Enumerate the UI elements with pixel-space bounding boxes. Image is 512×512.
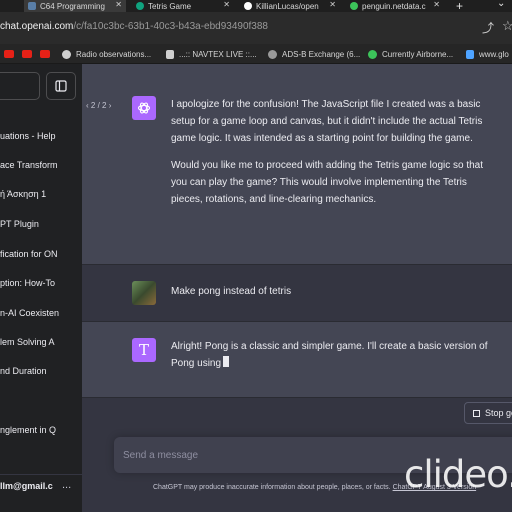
streaming-text: Alright! Pong is a classic and simpler g…: [171, 341, 488, 369]
sidebar-item[interactable]: ή Άσκηση 1: [0, 189, 82, 203]
url-path: /c/fa10c3bc-63b1-40c3-b43a-ebd93490f388: [73, 21, 268, 32]
sidebar-item[interactable]: fication for ON: [0, 249, 82, 263]
address-bar[interactable]: chat.openai.com/c/fa10c3bc-63b1-40c3-b43…: [0, 12, 512, 44]
browser-tab-strip: C64 Programming ✕ Tetris Game ✕ KillianL…: [0, 0, 512, 12]
assistant-avatar: T: [132, 338, 156, 362]
url-text[interactable]: chat.openai.com/c/fa10c3bc-63b1-40c3-b43…: [0, 21, 268, 32]
stop-generating-button[interactable]: Stop ge: [464, 402, 512, 424]
chatgpt-avatar: [132, 96, 156, 120]
plane-icon: [368, 49, 377, 59]
tab-search-icon[interactable]: ⌄: [497, 0, 505, 9]
user-email: llm@gmail.c: [0, 481, 53, 491]
tab-title: Tetris Game: [148, 1, 192, 11]
sidebar-item[interactable]: lem Solving A: [0, 337, 82, 351]
user-avatar: [132, 281, 156, 305]
openai-icon: [136, 2, 144, 10]
pager-count: 2 / 2: [90, 101, 107, 110]
sidebar-item[interactable]: PT Plugin: [0, 219, 82, 233]
response-pager: ‹ 2 / 2 ›: [86, 101, 111, 110]
bookmark-adsb-exchange[interactable]: ADS-B Exchange (6...: [268, 48, 360, 60]
tab-killianlucas[interactable]: KillianLucas/open ✕: [240, 0, 340, 12]
sidebar-toggle-icon: [55, 80, 67, 92]
bookmark-label: ADS-B Exchange (6...: [282, 49, 360, 59]
sidebar-item[interactable]: nglement in Q: [0, 425, 82, 439]
bookmark-label: Currently Airborne...: [382, 49, 454, 59]
new-chat-button[interactable]: [0, 72, 40, 100]
bookmark-star-icon[interactable]: ☆: [502, 18, 512, 34]
close-icon[interactable]: ✕: [329, 0, 336, 9]
assistant-message-streaming: T Alright! Pong is a classic and simpler…: [82, 322, 512, 398]
message-paragraph: I apologize for the confusion! The JavaS…: [171, 99, 483, 144]
tab-tetris-game[interactable]: Tetris Game ✕: [132, 0, 234, 12]
sidebar-item[interactable]: nd Duration: [0, 366, 82, 380]
user-message-text: Make pong instead of tetris: [171, 286, 292, 297]
bookmark-youtube-1[interactable]: [4, 48, 19, 60]
new-tab-button[interactable]: +: [456, 0, 463, 12]
sidebar-item[interactable]: ace Transform: [0, 160, 82, 174]
stop-icon: [473, 409, 480, 417]
glo-icon: [466, 49, 474, 59]
clideo-watermark: clideo.com: [404, 453, 512, 496]
tab-title: KillianLucas/open: [256, 1, 319, 11]
message-paragraph: Would you like me to proceed with adding…: [171, 160, 484, 205]
bookmark-radio-observations[interactable]: Radio observations...: [62, 48, 158, 60]
disclaimer-body: ChatGPT may produce inaccurate informati…: [153, 484, 391, 491]
openai-icon: [137, 102, 151, 114]
globe-icon: [62, 49, 71, 59]
close-icon[interactable]: ✕: [115, 0, 122, 9]
share-icon[interactable]: ⤴: [482, 19, 494, 36]
tab-penguin-netdata[interactable]: penguin.netdata.c ✕: [346, 0, 444, 12]
bookmark-youtube-3[interactable]: [40, 48, 55, 60]
bookmark-youtube-2[interactable]: [22, 48, 37, 60]
more-options-icon[interactable]: ...: [62, 479, 71, 491]
typing-cursor: [223, 356, 230, 367]
chat-history-sidebar: uations - Help ace Transform ή Άσκηση 1 …: [0, 64, 82, 512]
assistant-message: ‹ 2 / 2 › I apologize for the confusion!…: [82, 64, 512, 265]
next-response-icon[interactable]: ›: [109, 101, 112, 110]
user-account-row[interactable]: llm@gmail.c ...: [0, 474, 82, 494]
url-host: chat.openai.com: [0, 21, 74, 32]
netdata-icon: [350, 2, 358, 10]
youtube-icon: [22, 50, 32, 58]
bookmark-glo[interactable]: www.glo: [466, 48, 512, 60]
screen: C64 Programming ✕ Tetris Game ✕ KillianL…: [0, 0, 512, 512]
close-icon[interactable]: ✕: [223, 0, 230, 9]
bookmark-label: ...:: NAVTEX LIVE ::...: [179, 49, 257, 59]
bookmark-currently-airborne[interactable]: Currently Airborne...: [368, 48, 458, 60]
sidebar-item[interactable]: uations - Help: [0, 131, 82, 145]
close-icon[interactable]: ✕: [433, 0, 440, 9]
chat-main: ‹ 2 / 2 › I apologize for the confusion!…: [82, 64, 512, 512]
user-message: Make pong instead of tetris: [82, 265, 512, 322]
tab-title: penguin.netdata.c: [362, 1, 426, 11]
youtube-icon: [40, 50, 50, 58]
doc-icon: [166, 49, 174, 59]
prev-response-icon[interactable]: ‹: [86, 101, 89, 110]
stop-label: Stop ge: [485, 408, 512, 418]
bookmark-label: Radio observations...: [76, 49, 152, 59]
sidebar-item[interactable]: ption: How-To: [0, 278, 82, 292]
adsb-icon: [268, 49, 277, 59]
assistant-message-text: Alright! Pong is a classic and simpler g…: [171, 338, 501, 372]
assistant-message-text: I apologize for the confusion! The JavaS…: [171, 96, 501, 218]
sidebar-item[interactable]: [0, 396, 82, 410]
youtube-icon: [4, 50, 14, 58]
bookmark-navtex-live[interactable]: ...:: NAVTEX LIVE ::...: [166, 48, 260, 60]
file-icon: [28, 2, 36, 10]
tab-c64-programming[interactable]: C64 Programming ✕: [24, 0, 126, 12]
github-icon: [244, 2, 252, 10]
bookmark-label: www.glo: [479, 49, 509, 59]
bookmarks-bar: Radio observations... ...:: NAVTEX LIVE …: [0, 44, 512, 64]
hide-sidebar-button[interactable]: [46, 72, 76, 100]
sidebar-item[interactable]: n-AI Coexisten: [0, 308, 82, 322]
tab-title: C64 Programming: [40, 1, 105, 11]
